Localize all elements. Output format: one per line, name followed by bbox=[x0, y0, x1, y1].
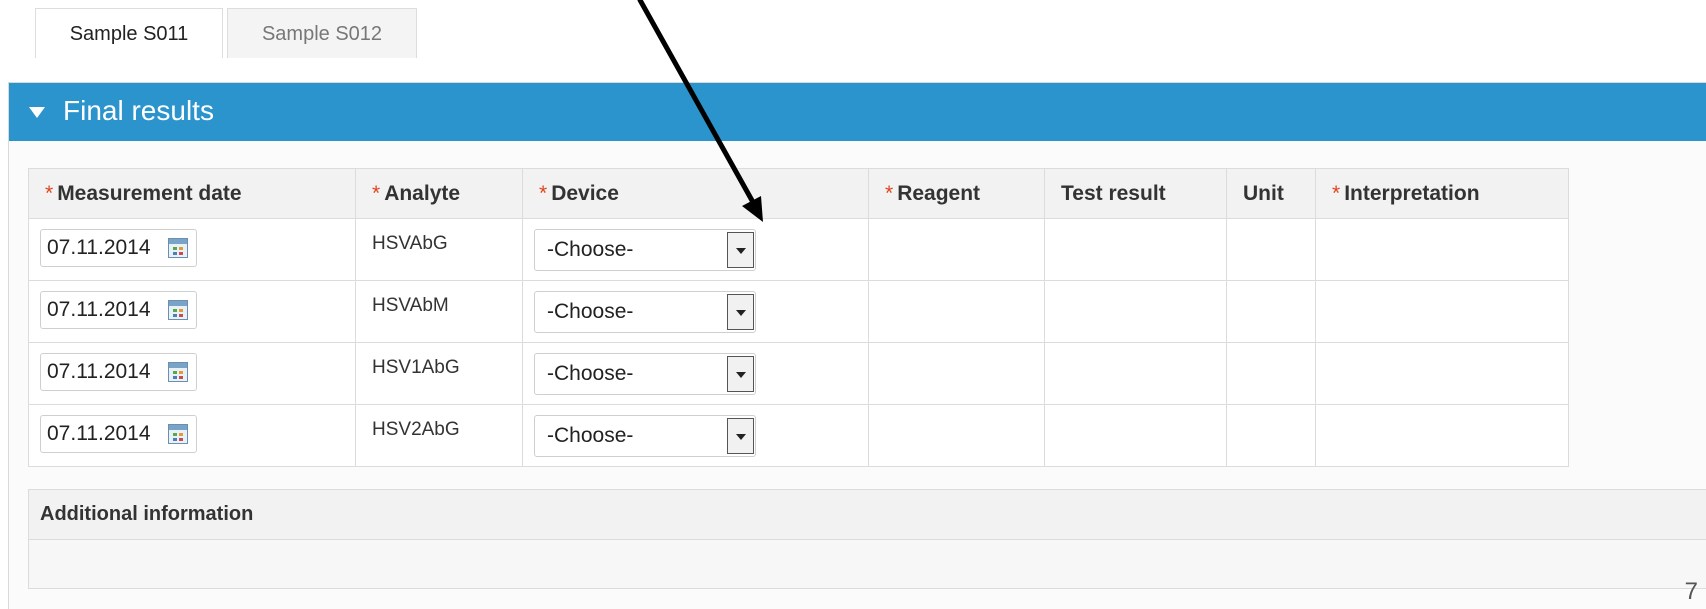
page-number: 7 bbox=[1684, 578, 1698, 605]
annotation-arrow bbox=[637, 0, 763, 222]
